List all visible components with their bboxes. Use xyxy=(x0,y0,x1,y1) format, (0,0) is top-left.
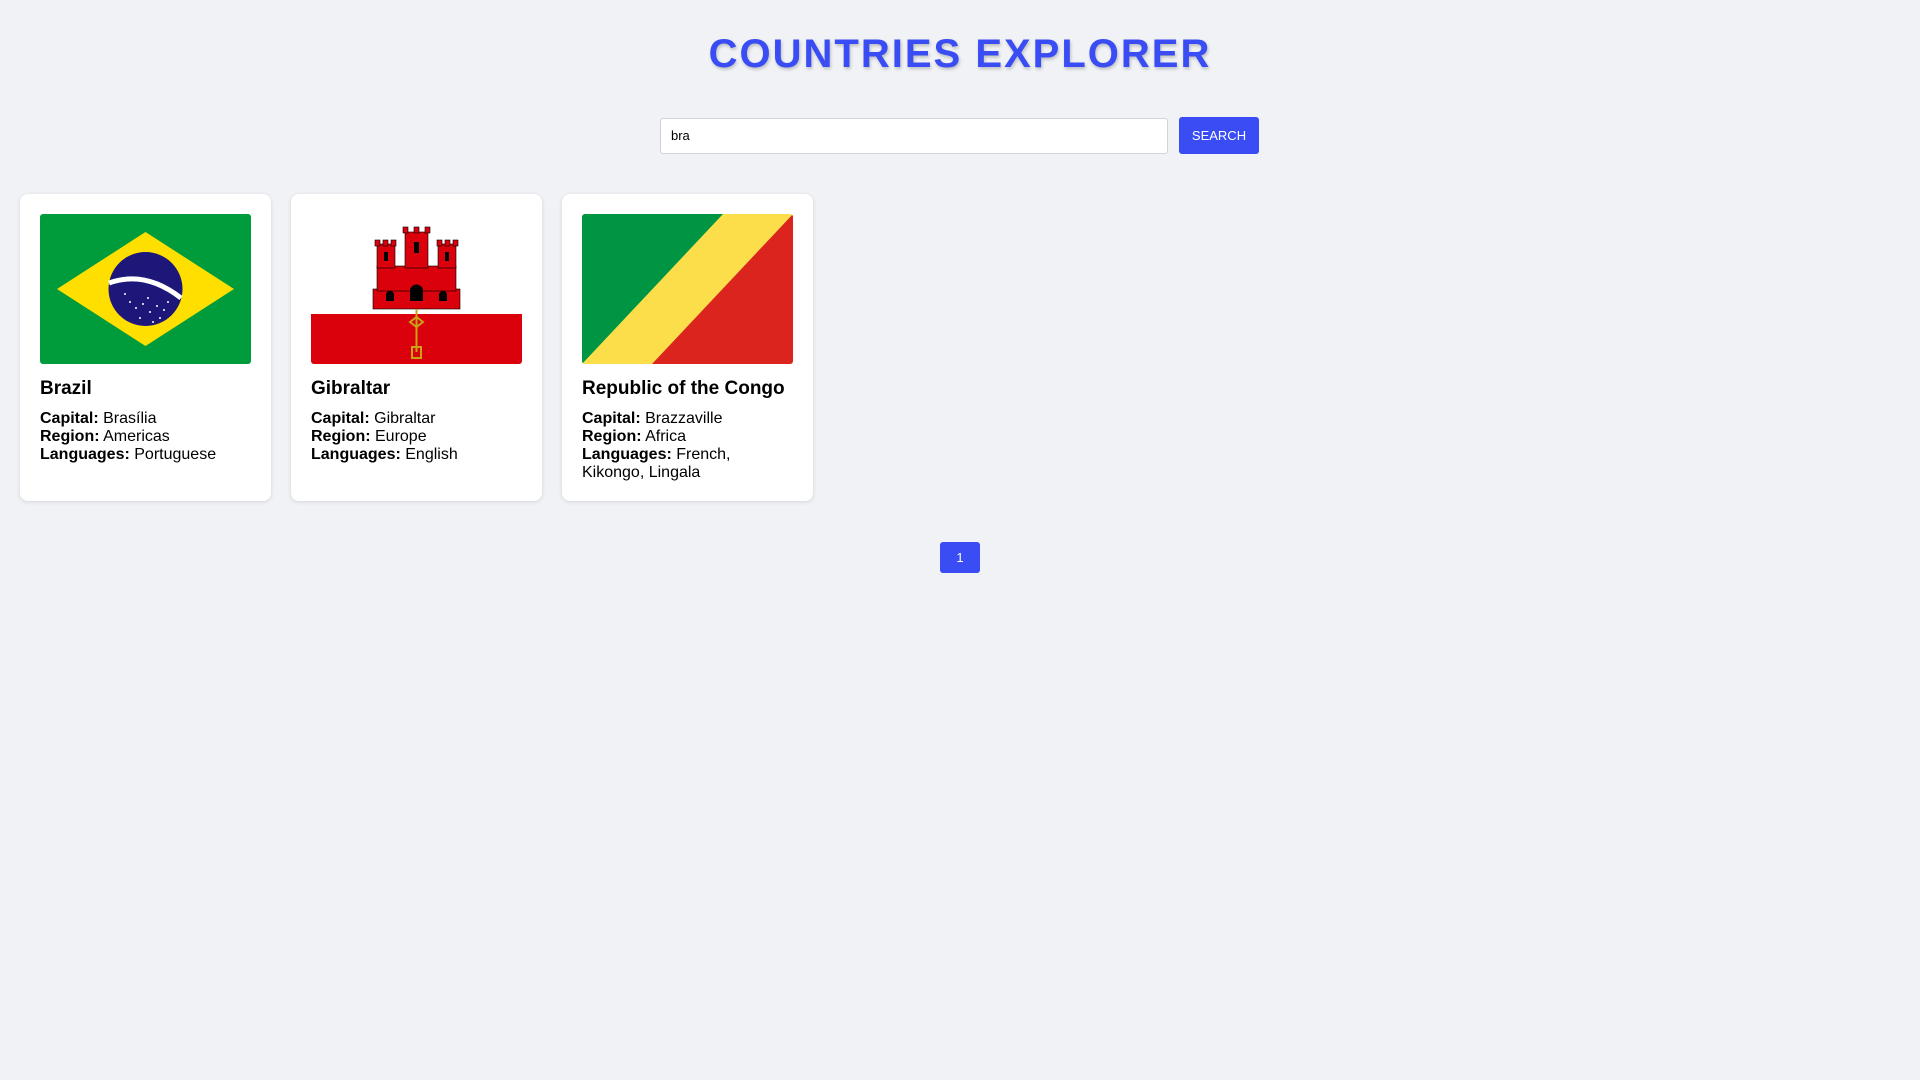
country-name: Brazil xyxy=(40,378,92,399)
region-value: Americas xyxy=(103,428,170,445)
region-label: Region: xyxy=(40,428,100,445)
languages-value: Portuguese xyxy=(134,446,217,463)
country-card-gibraltar[interactable]: Gibraltar Capital: Gibraltar Region: Eur… xyxy=(291,194,542,501)
languages-value: English xyxy=(405,446,458,463)
capital-value: Brazzaville xyxy=(645,410,723,427)
search-button[interactable]: SEARCH xyxy=(1179,117,1259,154)
region-line: Region: Europe xyxy=(311,428,522,446)
brazil-flag xyxy=(40,214,251,364)
page-title: COUNTRIES EXPLORER xyxy=(708,32,1212,76)
country-name: Republic of the Congo xyxy=(582,378,785,399)
languages-line: Languages: Portuguese xyxy=(40,446,251,464)
region-line: Region: Americas xyxy=(40,428,251,446)
gibraltar-flag xyxy=(311,214,522,364)
country-card-brazil[interactable]: Brazil Capital: Brasília Region: America… xyxy=(20,194,271,501)
region-label: Region: xyxy=(311,428,371,445)
languages-line: Languages: English xyxy=(311,446,522,464)
search-bar: SEARCH xyxy=(660,117,1259,154)
languages-label: Languages: xyxy=(311,446,401,463)
capital-line: Capital: Brasília xyxy=(40,410,251,428)
region-value: Europe xyxy=(375,428,427,445)
pagination: 1 xyxy=(940,542,980,573)
languages-label: Languages: xyxy=(582,446,672,463)
capital-line: Capital: Brazzaville xyxy=(582,410,793,428)
region-label: Region: xyxy=(582,428,642,445)
languages-line: Languages: French, Kikongo, Lingala xyxy=(582,446,793,482)
congo-flag xyxy=(582,214,793,364)
capital-label: Capital: xyxy=(582,410,641,427)
capital-value: Gibraltar xyxy=(374,410,436,427)
search-input[interactable] xyxy=(660,117,1168,154)
country-card-list: Brazil Capital: Brasília Region: America… xyxy=(20,194,813,501)
country-name: Gibraltar xyxy=(311,378,391,399)
capital-value: Brasília xyxy=(103,410,157,427)
capital-label: Capital: xyxy=(311,410,370,427)
country-card-congo[interactable]: Republic of the Congo Capital: Brazzavil… xyxy=(562,194,813,501)
region-line: Region: Africa xyxy=(582,428,793,446)
capital-label: Capital: xyxy=(40,410,99,427)
region-value: Africa xyxy=(645,428,687,445)
capital-line: Capital: Gibraltar xyxy=(311,410,522,428)
page-button-1[interactable]: 1 xyxy=(940,542,980,573)
languages-label: Languages: xyxy=(40,446,130,463)
